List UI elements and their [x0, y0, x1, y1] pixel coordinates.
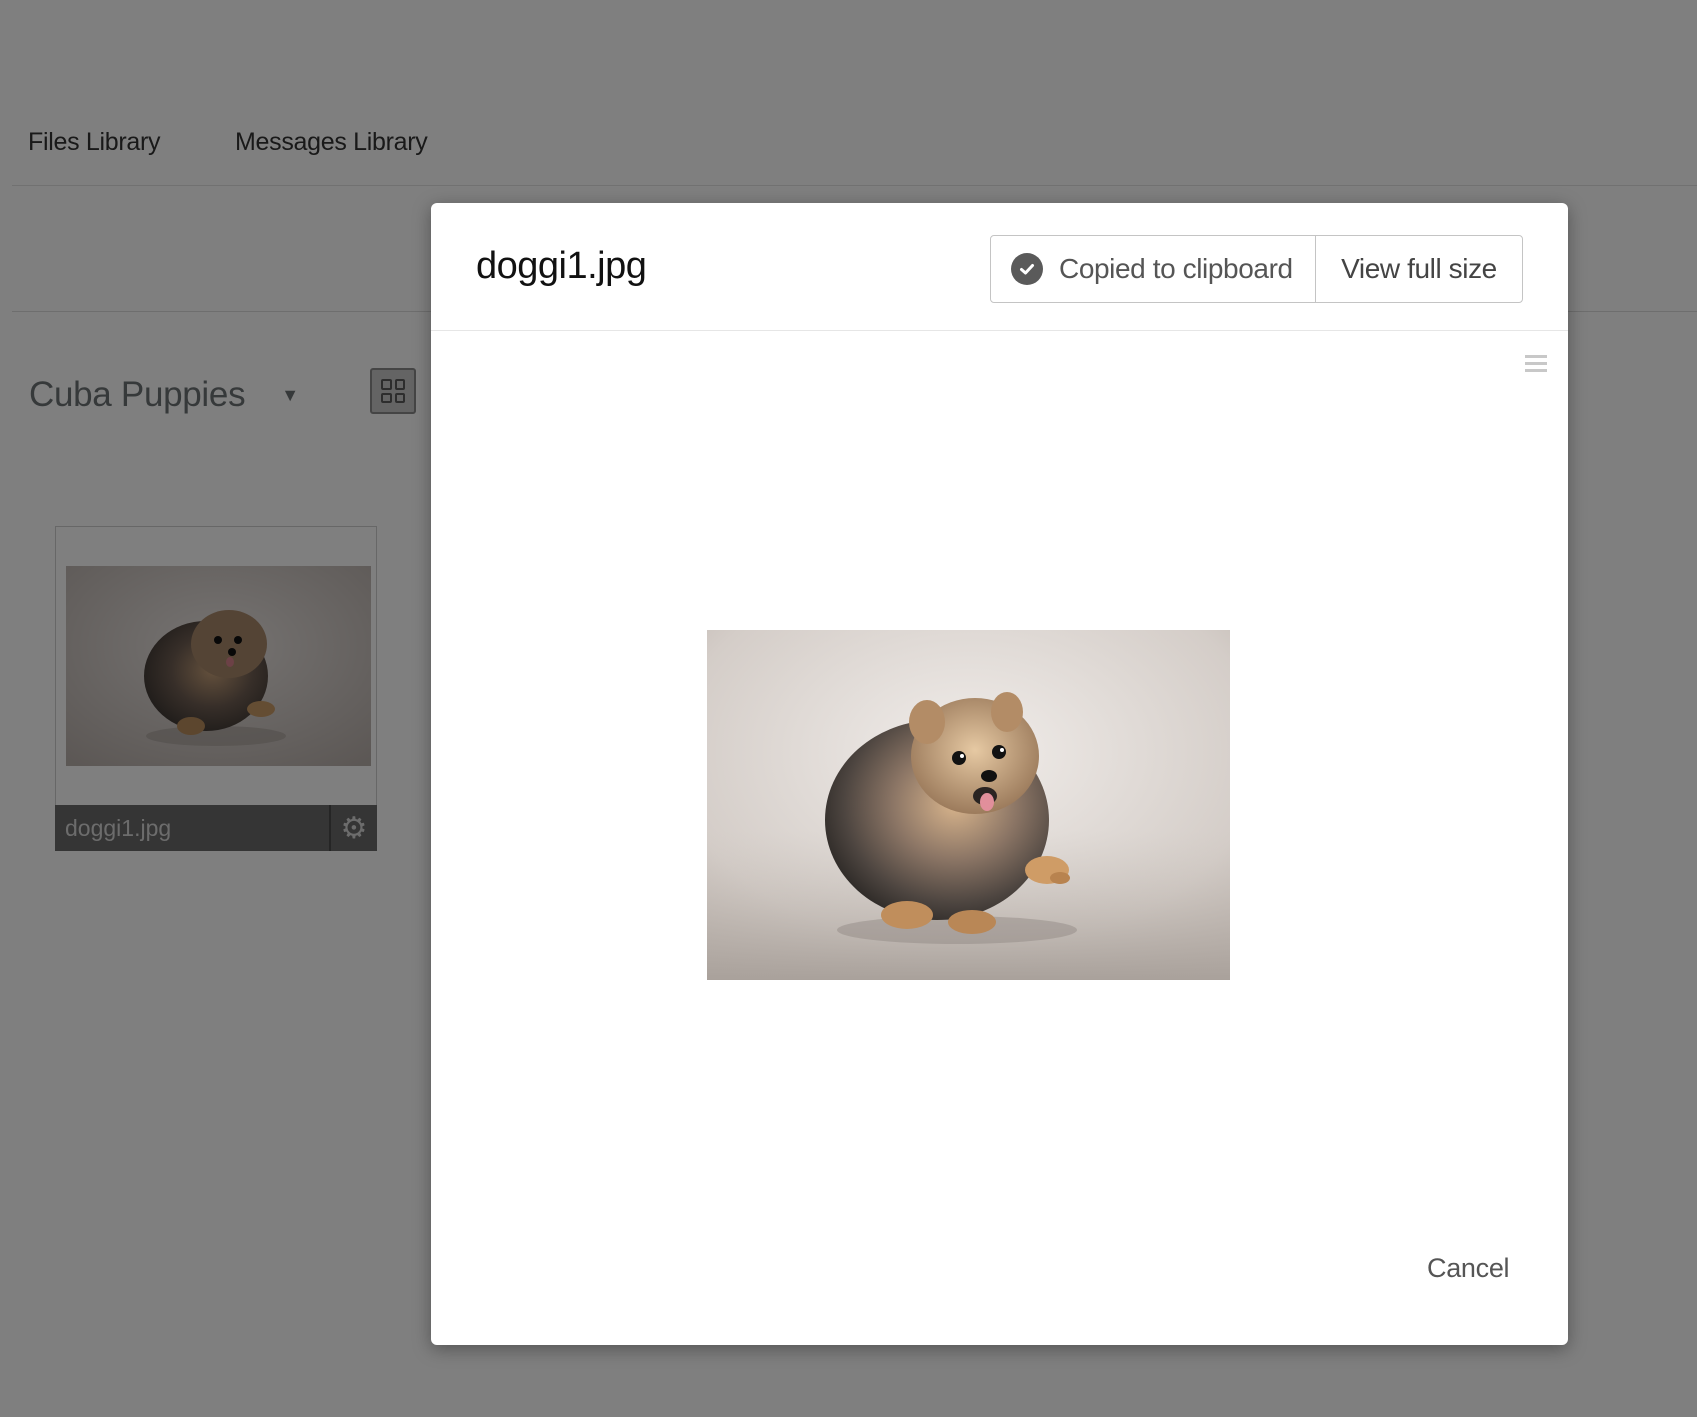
check-circle-icon: [1011, 253, 1043, 285]
modal-header: doggi1.jpg Copied to clipboard View full…: [431, 203, 1568, 331]
view-full-size-button[interactable]: View full size: [1316, 236, 1522, 302]
hamburger-icon[interactable]: [1525, 355, 1547, 372]
copy-button-label: Copied to clipboard: [1059, 253, 1293, 284]
dog-photo-preview: [707, 630, 1230, 980]
view-button-label: View full size: [1341, 253, 1497, 284]
modal-title: doggi1.jpg: [476, 245, 647, 287]
image-preview: [707, 630, 1230, 980]
modal-action-group: Copied to clipboard View full size: [990, 235, 1523, 303]
cancel-button[interactable]: Cancel: [1427, 1253, 1510, 1284]
file-preview-modal: doggi1.jpg Copied to clipboard View full…: [431, 203, 1568, 1345]
copy-to-clipboard-button[interactable]: Copied to clipboard: [991, 236, 1316, 302]
